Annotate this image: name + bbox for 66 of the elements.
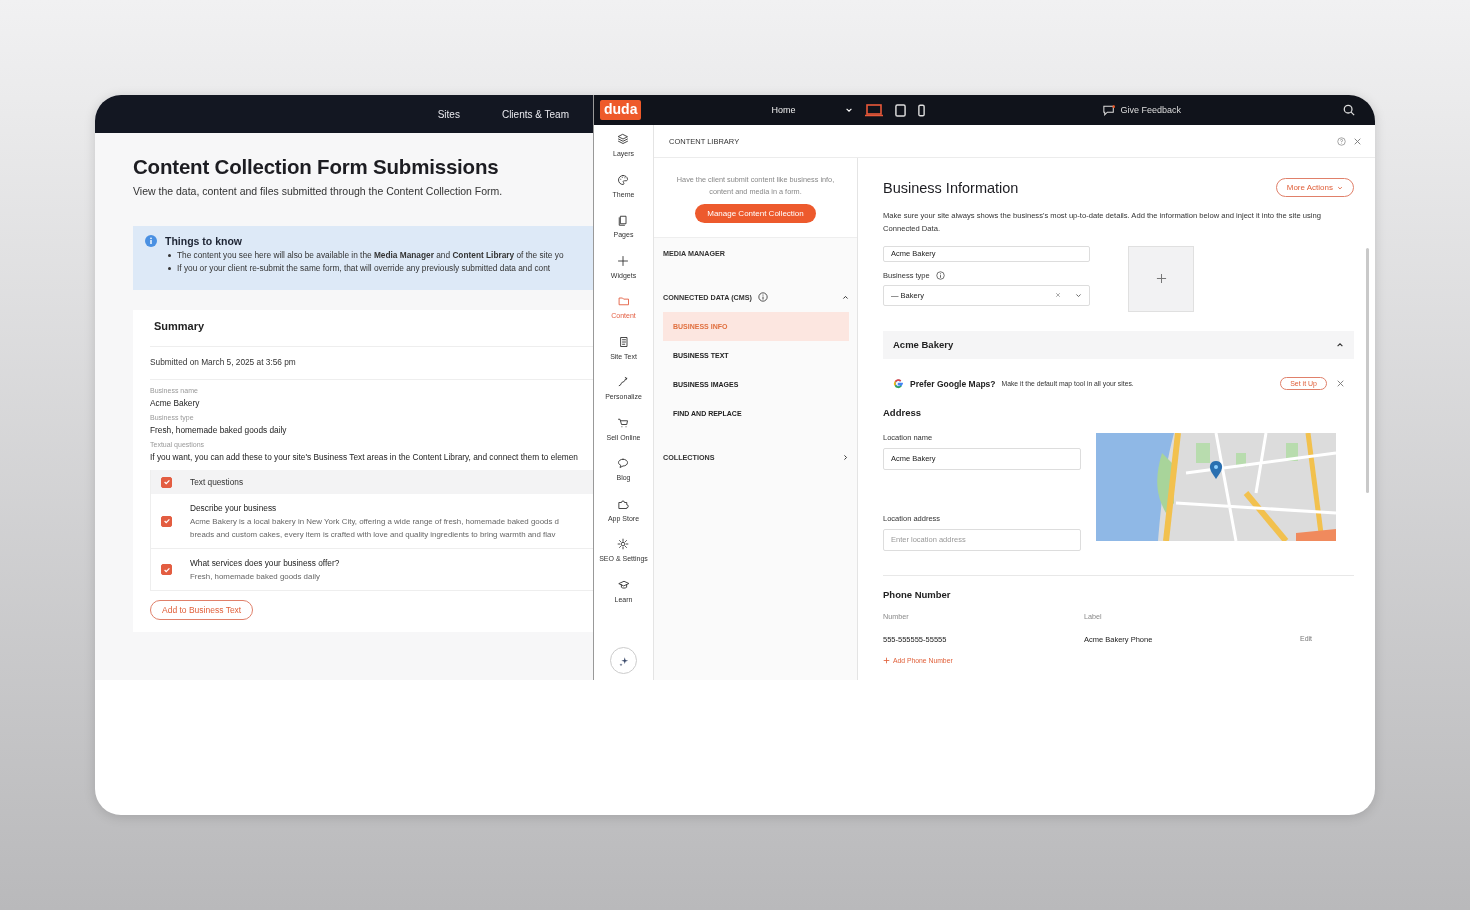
graduation-cap-icon — [617, 578, 630, 591]
tablet-view-button[interactable] — [895, 103, 907, 117]
plus-icon — [617, 254, 630, 267]
laptop-icon — [865, 103, 884, 117]
search-icon[interactable] — [1343, 104, 1355, 116]
checkmark-icon — [162, 517, 171, 525]
more-actions-button[interactable]: More Actions — [1275, 178, 1354, 197]
checkbox[interactable] — [161, 515, 172, 527]
page-dropdown[interactable]: Home — [771, 105, 854, 115]
give-feedback-button[interactable]: Give Feedback — [1103, 104, 1181, 116]
pages-icon — [617, 214, 630, 226]
checkmark-icon — [162, 565, 171, 574]
clear-icon[interactable] — [1055, 292, 1061, 299]
chat-bubble-icon — [617, 457, 630, 469]
document-icon — [617, 335, 630, 348]
info-icon — [145, 235, 157, 247]
notice-text: If you or your client re-submit the same form, that will override any previously submitted data and cont — [177, 263, 551, 273]
add-to-business-text-button[interactable]: Add to Business Text — [150, 600, 254, 620]
submitted-date: Submitted on March 5, 2025 at 3:56 pm — [150, 346, 593, 379]
plus-icon — [1155, 273, 1167, 285]
checkmark-icon — [162, 478, 171, 486]
address-heading: Address — [883, 406, 922, 418]
close-icon[interactable] — [1337, 380, 1344, 388]
location-accordion-header[interactable]: Acme Bakery — [883, 330, 1354, 359]
gear-icon — [617, 538, 630, 550]
chevron-down-icon — [1075, 291, 1082, 299]
palette-icon — [617, 173, 630, 186]
mobile-view-button[interactable] — [918, 103, 926, 117]
banner-title: Prefer Google Maps? — [910, 378, 996, 389]
checkbox[interactable] — [161, 476, 172, 488]
column-header: Text questions — [190, 477, 244, 487]
bullet-icon — [168, 266, 171, 270]
close-icon[interactable] — [1354, 137, 1361, 145]
cart-icon — [617, 416, 630, 429]
plus-icon — [883, 656, 890, 664]
field-value: Fresh, homemade baked goods daily — [150, 425, 288, 435]
page-title: Content Collection Form Submissions — [133, 155, 500, 179]
tablet-icon — [895, 103, 907, 117]
checkbox[interactable] — [161, 564, 172, 575]
phone-icon — [918, 103, 926, 117]
notice-title: Things to know — [165, 235, 242, 247]
layers-icon — [617, 133, 630, 145]
chat-bubble-icon — [1103, 104, 1116, 116]
chevron-right-icon[interactable] — [842, 453, 849, 461]
nav-link[interactable]: Sites — [437, 108, 460, 120]
help-icon[interactable] — [1337, 136, 1346, 146]
google-g-icon — [893, 378, 904, 390]
path-icon — [617, 376, 630, 388]
field-value: Acme Bakery — [150, 398, 201, 408]
phone-heading: Phone Number — [883, 588, 952, 600]
chevron-up-icon[interactable] — [842, 293, 849, 301]
page-subtitle: View the data, content and files submitted through the Content Collection Form. — [133, 185, 504, 197]
folder-icon — [617, 295, 630, 307]
nav-link[interactable]: Clients & Team — [501, 108, 569, 120]
info-icon — [935, 270, 945, 280]
chevron-down-icon — [845, 106, 854, 114]
scrollbar[interactable] — [1366, 248, 1369, 493]
notice-text: The content you see here will also be available in the Media Manager and Content Library of the site yo — [177, 250, 564, 260]
question-text: What services does your business offer? — [190, 558, 340, 568]
summary-heading: Summary — [153, 319, 206, 334]
section-title: Business Information — [883, 179, 1019, 196]
desktop-view-button[interactable] — [865, 103, 884, 117]
bullet-icon — [168, 253, 171, 257]
question-text: Describe your business — [190, 503, 278, 513]
field-value: If you want, you can add these to your site's Business Text areas in the Content Library, and connect them to elemen — [150, 452, 579, 462]
chevron-down-icon — [1337, 184, 1343, 191]
